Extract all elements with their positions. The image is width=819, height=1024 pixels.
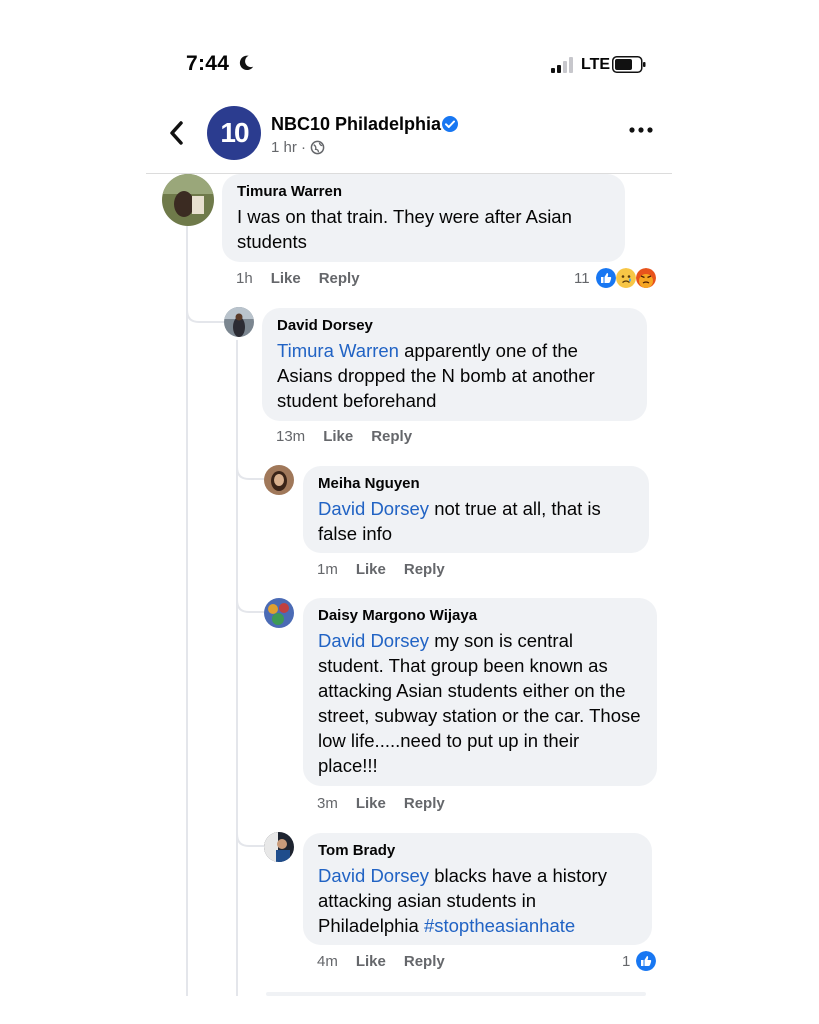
thread-line: [236, 340, 238, 996]
comment-text-block: David Dorsey not true at all, that is fa…: [318, 496, 634, 546]
signal-icon: [551, 57, 573, 73]
angry-reaction-icon[interactable]: [636, 268, 656, 288]
thread-line: [186, 226, 188, 996]
comment-bubble: Tom Brady David Dorsey blacks have a his…: [303, 833, 652, 945]
mention-link[interactable]: David Dorsey: [318, 498, 429, 519]
battery-icon: [612, 56, 646, 73]
page-logo-text: 10: [220, 117, 249, 148]
reply-button[interactable]: Reply: [319, 270, 360, 287]
comment-text: I was on that train. They were after Asi…: [237, 206, 572, 252]
comment-author[interactable]: Daisy Margono Wijaya: [318, 607, 642, 624]
comment-author[interactable]: Timura Warren: [237, 183, 610, 200]
hashtag-link[interactable]: #stoptheasianhate: [424, 915, 575, 936]
comment-bubble: David Dorsey Timura Warren apparently on…: [262, 308, 647, 421]
like-button[interactable]: Like: [356, 561, 386, 578]
reply-button[interactable]: Reply: [404, 561, 445, 578]
comment-actions: 1h Like Reply: [236, 270, 360, 287]
mention-link[interactable]: David Dorsey: [318, 865, 429, 886]
reply-button[interactable]: Reply: [371, 428, 412, 445]
comment-time: 13m: [276, 428, 306, 445]
page-name[interactable]: NBC10 Philadelphia: [271, 114, 441, 135]
like-button[interactable]: Like: [356, 953, 386, 970]
comment-text: my son is central student. That group be…: [318, 630, 641, 776]
avatar[interactable]: [224, 307, 254, 337]
mention-link[interactable]: Timura Warren: [277, 340, 399, 361]
sad-reaction-icon[interactable]: [616, 268, 636, 288]
verified-badge-icon: [442, 116, 458, 132]
comment-time: 4m: [317, 953, 338, 970]
globe-icon: [310, 140, 325, 155]
comment-text-block: David Dorsey my son is central student. …: [318, 628, 642, 778]
avatar[interactable]: [264, 598, 294, 628]
reaction-count: 1: [622, 953, 631, 970]
comment-bubble: Timura Warren I was on that train. They …: [222, 174, 625, 262]
avatar[interactable]: [264, 832, 294, 862]
avatar[interactable]: [264, 465, 294, 495]
avatar[interactable]: [162, 174, 214, 226]
thread-connector: [186, 296, 224, 323]
comment-author[interactable]: David Dorsey: [277, 317, 632, 334]
page-logo[interactable]: 10: [207, 106, 261, 160]
comment-bubble: Meiha Nguyen David Dorsey not true at al…: [303, 466, 649, 553]
comment-author[interactable]: Tom Brady: [318, 842, 637, 859]
like-reaction-icon[interactable]: [636, 951, 656, 971]
like-button[interactable]: Like: [271, 270, 301, 287]
like-reaction-icon[interactable]: [596, 268, 616, 288]
more-options-icon[interactable]: [628, 123, 654, 137]
comment-actions: 4m Like Reply: [317, 953, 445, 970]
comment-bubble: Daisy Margono Wijaya David Dorsey my son…: [303, 598, 657, 786]
status-time: 7:44: [186, 52, 230, 75]
comment-time: 3m: [317, 795, 338, 812]
comment-time: 1m: [317, 561, 338, 578]
like-button[interactable]: Like: [356, 795, 386, 812]
comment-actions: 3m Like Reply: [317, 795, 445, 812]
comment-author[interactable]: Meiha Nguyen: [318, 475, 634, 492]
mention-link[interactable]: David Dorsey: [318, 630, 429, 651]
reply-button[interactable]: Reply: [404, 953, 445, 970]
reaction-count: 11: [574, 270, 590, 287]
post-time: 1 hr ·: [271, 139, 307, 156]
reply-button[interactable]: Reply: [404, 795, 445, 812]
like-button[interactable]: Like: [323, 428, 353, 445]
back-icon[interactable]: [166, 120, 188, 146]
comment-time: 1h: [236, 270, 253, 287]
comment-actions: 1m Like Reply: [317, 561, 445, 578]
next-comment-peek: [266, 992, 646, 996]
moon-icon: [239, 55, 254, 71]
network-type: LTE: [581, 56, 611, 73]
comment-text-block: Timura Warren apparently one of the Asia…: [277, 338, 632, 413]
comment-actions: 13m Like Reply: [276, 428, 412, 445]
comment-text-block: David Dorsey blacks have a history attac…: [318, 863, 637, 938]
